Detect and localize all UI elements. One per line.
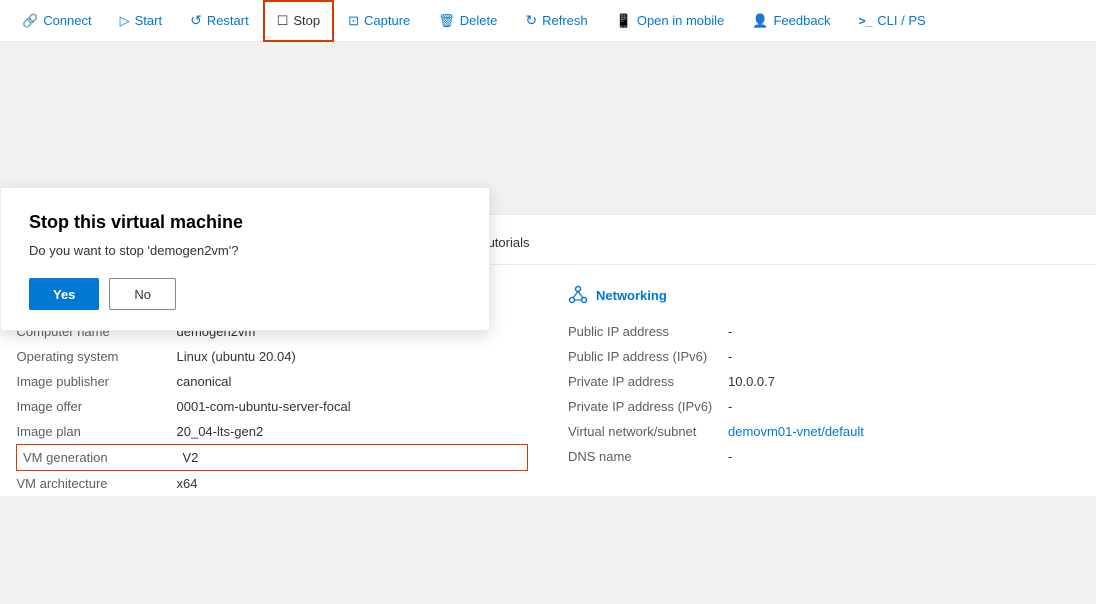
open-in-mobile-button[interactable]: Open in mobile — [602, 0, 739, 42]
delete-label: Delete — [460, 13, 498, 28]
stop-icon — [277, 13, 289, 29]
prop-label: DNS name — [568, 444, 728, 469]
open-in-mobile-label: Open in mobile — [637, 13, 724, 28]
prop-label: Public IP address (IPv6) — [568, 344, 728, 369]
capture-icon — [348, 13, 359, 29]
cli-button[interactable]: CLI / PS — [845, 0, 940, 42]
prop-value: - — [728, 344, 1080, 369]
delete-icon — [438, 13, 455, 29]
prop-value: 0001-com-ubuntu-server-focal — [177, 394, 528, 419]
prop-label: Public IP address — [568, 319, 728, 344]
stop-dialog: Stop this virtual machine Do you want to… — [0, 187, 490, 331]
vnet-link-value[interactable]: demovm01-vnet/default — [728, 424, 864, 439]
prop-label: Image plan — [17, 419, 177, 445]
prop-value: - — [728, 444, 1080, 469]
prop-label: Image publisher — [17, 369, 177, 394]
dialog-buttons: Yes No — [29, 278, 461, 310]
restart-label: Restart — [207, 13, 249, 28]
start-label: Start — [135, 13, 162, 28]
main-content: Stop this virtual machine Do you want to… — [0, 187, 1096, 496]
prop-label: Virtual network/subnet — [568, 419, 728, 444]
capture-button[interactable]: Capture — [334, 0, 424, 42]
table-row: DNS name - — [568, 444, 1080, 469]
networking-section-title: Networking — [596, 288, 667, 303]
prop-value: x64 — [177, 471, 528, 497]
table-row: Operating system Linux (ubuntu 20.04) — [17, 344, 528, 369]
connect-icon — [22, 13, 38, 29]
table-row: Public IP address - — [568, 319, 1080, 344]
connect-button[interactable]: Connect — [8, 0, 106, 42]
networking-properties-table: Public IP address - Public IP address (I… — [568, 319, 1080, 469]
cli-label: CLI / PS — [877, 13, 925, 28]
delete-button[interactable]: Delete — [424, 0, 511, 42]
table-row: Virtual network/subnet demovm01-vnet/def… — [568, 419, 1080, 444]
feedback-label: Feedback — [773, 13, 830, 28]
refresh-label: Refresh — [542, 13, 588, 28]
toolbar: Connect Start Restart Stop Capture Delet… — [0, 0, 1096, 42]
table-row: VM architecture x64 — [17, 471, 528, 497]
stop-label: Stop — [293, 13, 320, 28]
prop-value: canonical — [177, 369, 528, 394]
prop-value: Linux (ubuntu 20.04) — [177, 344, 528, 369]
yes-button[interactable]: Yes — [29, 278, 99, 310]
dialog-title: Stop this virtual machine — [29, 212, 461, 233]
restart-icon — [190, 12, 202, 29]
prop-label: Private IP address — [568, 369, 728, 394]
vnet-link[interactable]: demovm01-vnet/default — [728, 419, 1080, 444]
prop-label: VM architecture — [17, 471, 177, 497]
prop-value: 20_04-lts-gen2 — [177, 419, 528, 445]
refresh-button[interactable]: Refresh — [511, 0, 601, 42]
start-icon — [120, 13, 130, 29]
table-row: Public IP address (IPv6) - — [568, 344, 1080, 369]
prop-value: - — [728, 394, 1080, 419]
prop-label: Operating system — [17, 344, 177, 369]
table-row: Private IP address (IPv6) - — [568, 394, 1080, 419]
no-button[interactable]: No — [109, 278, 176, 310]
prop-label: Private IP address (IPv6) — [568, 394, 728, 419]
networking-section-header: Networking — [568, 285, 1080, 305]
dialog-message: Do you want to stop 'demogen2vm'? — [29, 243, 461, 258]
table-row: Private IP address 10.0.0.7 — [568, 369, 1080, 394]
restart-button[interactable]: Restart — [176, 0, 263, 42]
prop-value: 10.0.0.7 — [728, 369, 1080, 394]
table-row: Image publisher canonical — [17, 369, 528, 394]
start-button[interactable]: Start — [106, 0, 176, 42]
vm-properties-table: Computer name demogen2vm Operating syste… — [16, 319, 528, 496]
table-row: Image offer 0001-com-ubuntu-server-focal — [17, 394, 528, 419]
cli-icon — [859, 14, 873, 28]
table-row: Image plan 20_04-lts-gen2 — [17, 419, 528, 445]
mobile-icon — [616, 13, 632, 29]
capture-label: Capture — [364, 13, 410, 28]
stop-button[interactable]: Stop — [263, 0, 334, 42]
connect-label: Connect — [43, 13, 91, 28]
vm-generation-row: VM generation V2 — [17, 445, 528, 471]
networking-icon — [568, 285, 588, 305]
prop-value: - — [728, 319, 1080, 344]
prop-label: Image offer — [17, 394, 177, 419]
refresh-icon — [525, 12, 537, 29]
networking-section: Networking Public IP address - Public IP… — [568, 285, 1080, 496]
prop-value: V2 — [177, 445, 528, 471]
feedback-button[interactable]: Feedback — [738, 0, 844, 42]
feedback-icon — [752, 13, 768, 29]
prop-label: VM generation — [17, 445, 177, 471]
